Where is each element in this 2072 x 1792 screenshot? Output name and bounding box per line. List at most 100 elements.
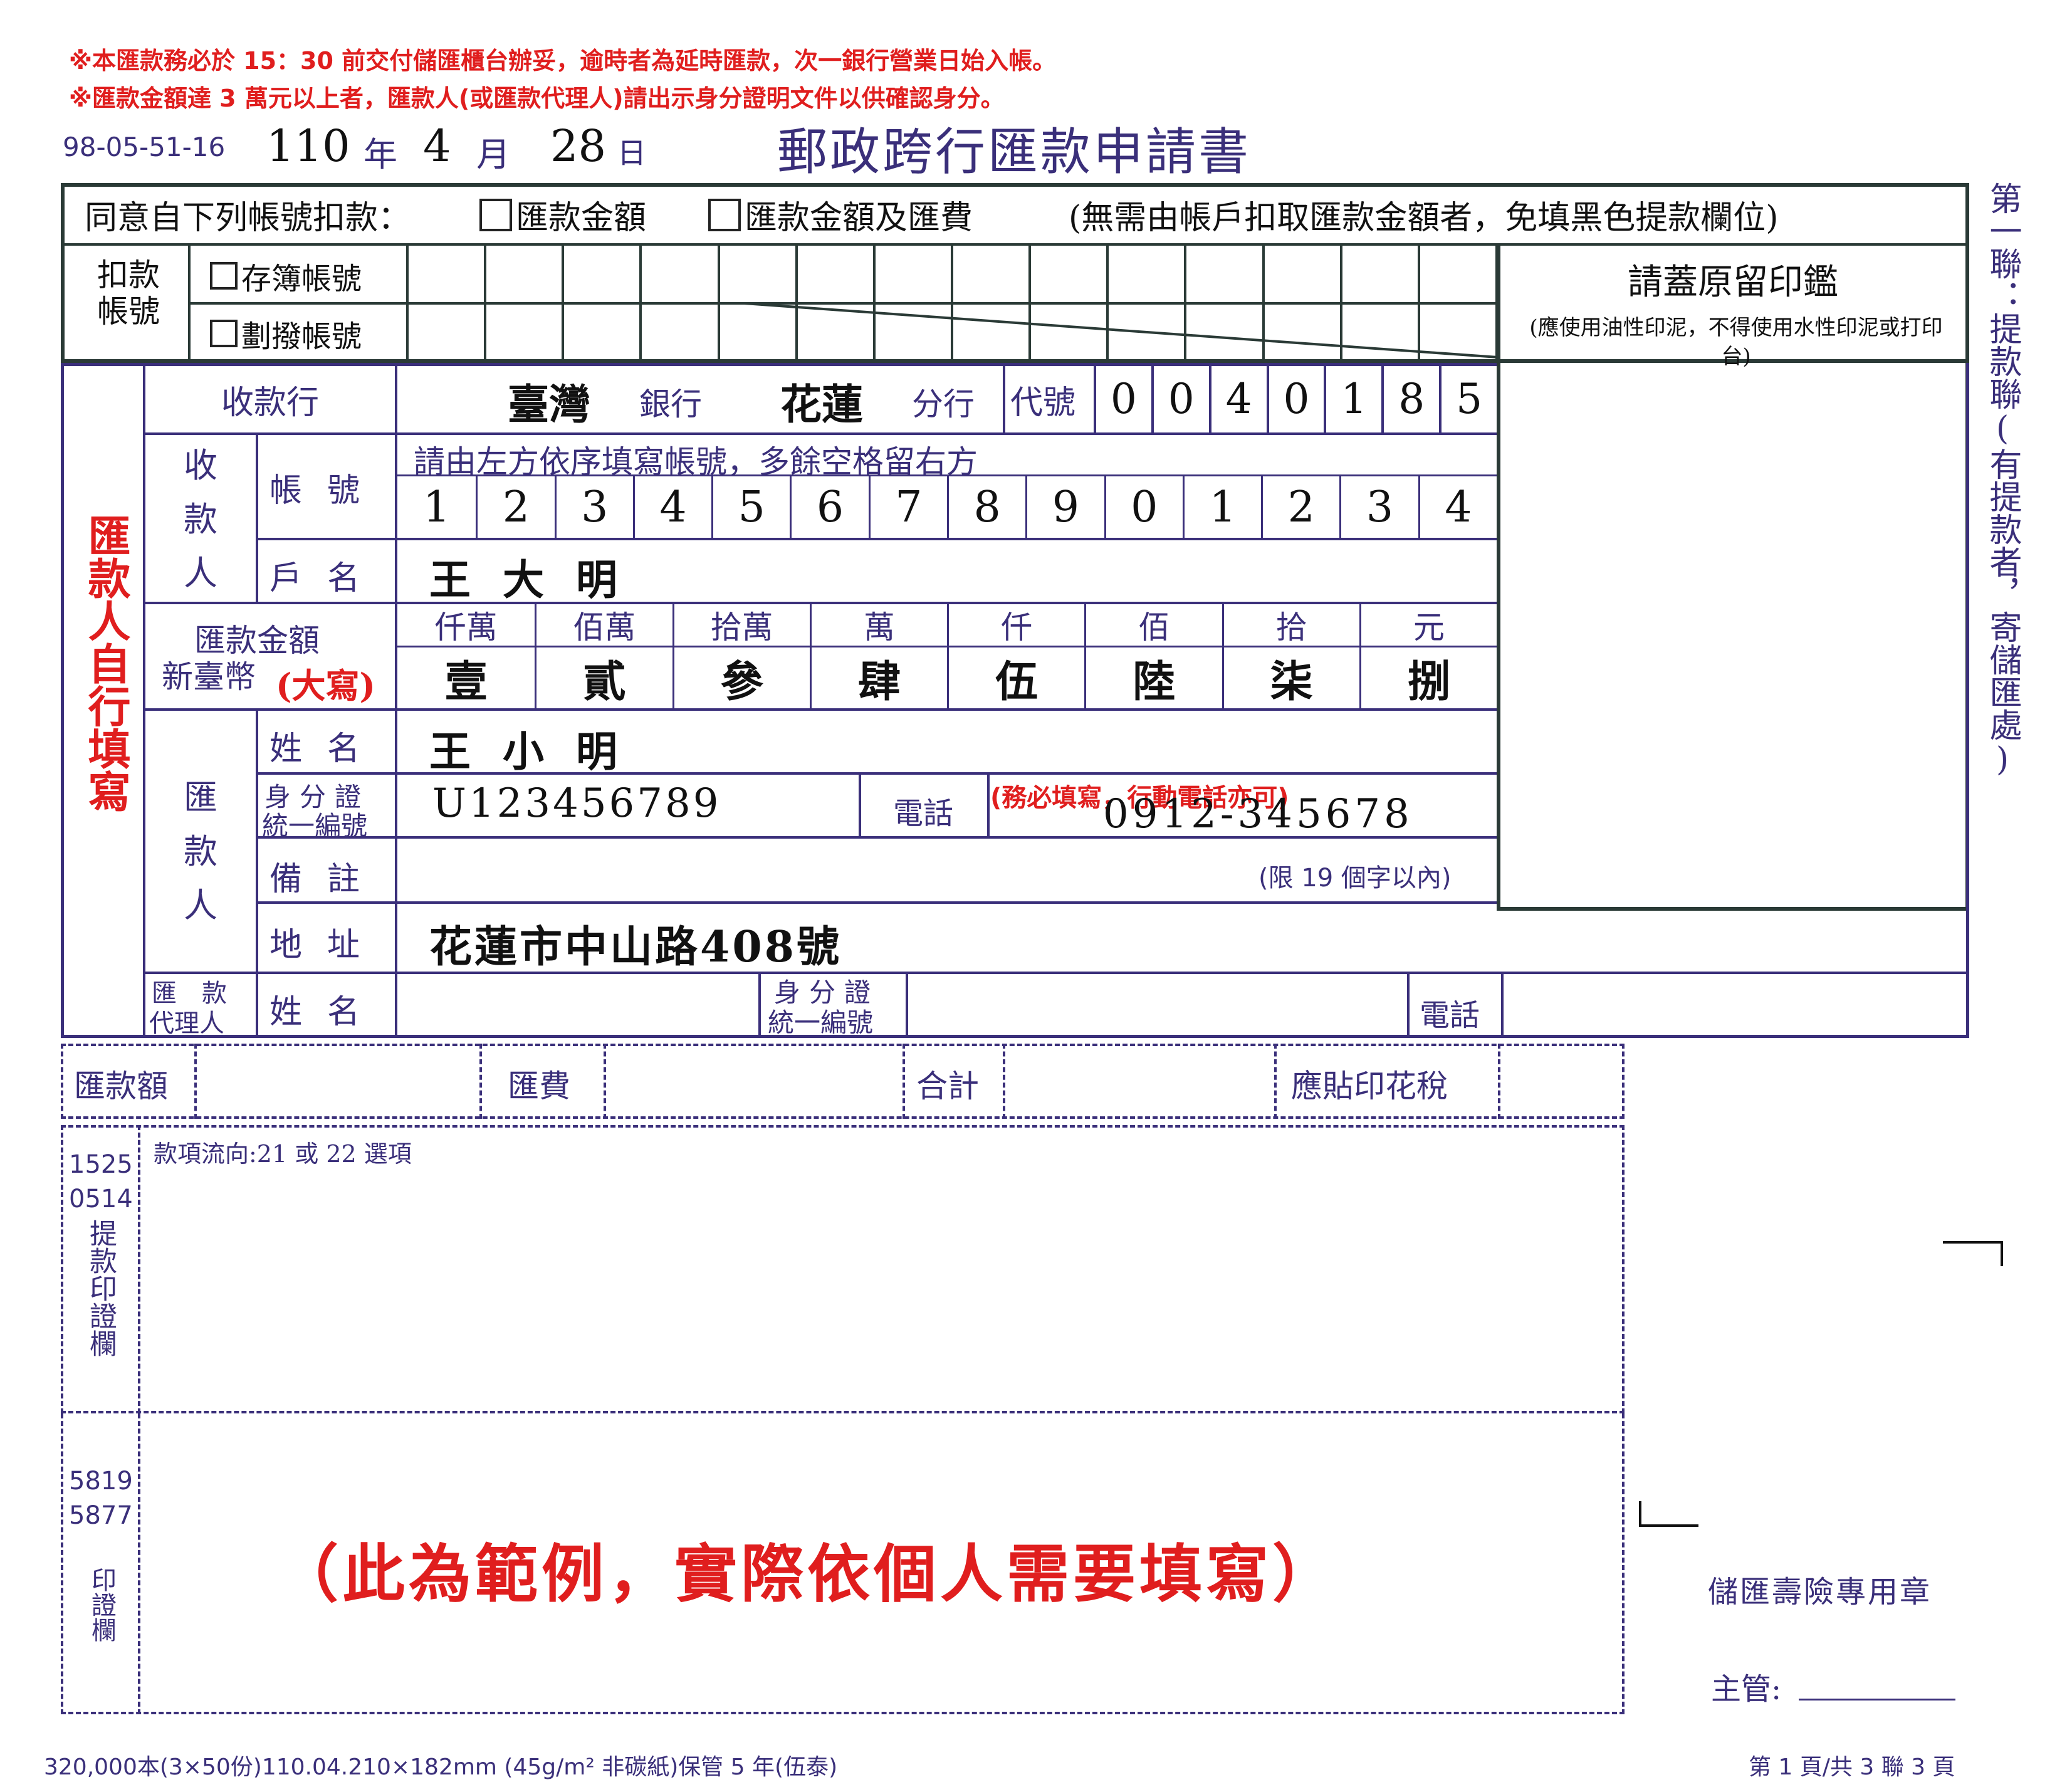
amount-digit[interactable]: 陸 — [1084, 647, 1222, 708]
passbook-digit-cell[interactable] — [874, 246, 952, 301]
transfer-digit-cell[interactable] — [407, 305, 485, 360]
payee-label: 收款人 — [184, 446, 217, 593]
deduct-account-label: 扣款帳號 — [97, 257, 160, 330]
date-day-label: 日 — [617, 136, 646, 170]
passbook-digit-cell[interactable] — [952, 246, 1030, 301]
amount-digit[interactable]: 伍 — [947, 647, 1084, 708]
amount-digit[interactable]: 參 — [672, 647, 810, 708]
bank-code-digit[interactable]: 0 — [1094, 365, 1151, 432]
bank-code-digit[interactable]: 1 — [1324, 365, 1381, 432]
stamp-label: 儲匯壽險專用章 — [1708, 1575, 1932, 1610]
passbook-digit-cell[interactable] — [1107, 246, 1185, 301]
account-digit[interactable]: 2 — [476, 476, 554, 538]
agent-id-field[interactable] — [908, 974, 1406, 1035]
passbook-digit-cell[interactable] — [1185, 246, 1263, 301]
remitter-name[interactable]: 王 小 明 — [429, 718, 626, 778]
account-digit[interactable]: 9 — [1025, 476, 1104, 538]
agent-phone-field[interactable] — [1504, 974, 1966, 1035]
account-digit[interactable]: 1 — [397, 476, 476, 538]
notice-line-1: ※本匯款務必於 15：30 前交付儲匯櫃台辦妥，逾時者為延時匯款，次一銀行營業日… — [69, 47, 1057, 75]
code-5877: 5877 — [69, 1501, 133, 1530]
bank-code-digit[interactable]: 0 — [1151, 365, 1209, 432]
passbook-digit-cell[interactable] — [1264, 246, 1341, 301]
account-digit[interactable]: 5 — [711, 476, 790, 538]
payee-name[interactable]: 王 大 明 — [429, 547, 626, 607]
stamp-tax-label: 應貼印花稅 — [1291, 1068, 1448, 1104]
memo-field[interactable] — [397, 839, 1488, 899]
amount-digit[interactable]: 肆 — [809, 647, 947, 708]
passbook-digit-cell[interactable] — [1341, 246, 1419, 301]
supervisor-signature-line[interactable] — [1799, 1699, 1955, 1700]
consent-text: 同意自下列帳號扣款： — [85, 199, 411, 237]
account-digit[interactable]: 8 — [947, 476, 1025, 538]
passbook-digit-cell[interactable] — [407, 246, 485, 301]
checkbox-passbook[interactable] — [210, 262, 238, 290]
account-digit[interactable]: 3 — [1339, 476, 1418, 538]
amount-unit-label: 佰 — [1084, 604, 1222, 646]
passbook-digit-cell[interactable] — [797, 246, 874, 301]
transfer-digit-cell[interactable] — [641, 305, 718, 360]
account-digit[interactable]: 2 — [1261, 476, 1339, 538]
amount-digit[interactable]: 壹 — [397, 647, 535, 708]
checkbox-amount[interactable] — [479, 198, 512, 231]
agent-id-label-2: 統一編號 — [768, 1007, 874, 1038]
amount-unit-label: 拾 — [1222, 604, 1359, 646]
opt-amount-label: 匯款金額 — [516, 199, 647, 237]
seal-title: 請蓋原留印鑑 — [1628, 262, 1838, 303]
passbook-digit-cell[interactable] — [485, 246, 563, 301]
account-digit[interactable]: 7 — [868, 476, 947, 538]
passbook-digit-cell[interactable] — [1419, 246, 1497, 301]
passbook-label: 存簿帳號 — [241, 261, 362, 296]
bank-code-label: 代號 — [1010, 384, 1076, 422]
passbook-digit-cell[interactable] — [563, 246, 641, 301]
transfer-label: 劃撥帳號 — [241, 319, 362, 354]
bank-code-digit[interactable]: 0 — [1266, 365, 1324, 432]
transfer-option[interactable]: 劃撥帳號 — [210, 312, 362, 355]
withdraw-seal-label: 提款印證欄 — [85, 1219, 117, 1357]
agent-name-field[interactable] — [397, 974, 758, 1035]
remitter-id[interactable]: U123456789 — [432, 780, 721, 827]
checkbox-amount-fee[interactable] — [708, 198, 741, 231]
account-digit[interactable]: 1 — [1182, 476, 1261, 538]
payee-bank-name[interactable]: 臺灣 — [508, 371, 590, 431]
account-digit[interactable]: 3 — [554, 476, 633, 538]
bank-code-digit[interactable]: 4 — [1208, 365, 1267, 432]
payee-branch-name[interactable]: 花蓮 — [780, 371, 863, 431]
bank-code-digit[interactable]: 8 — [1381, 365, 1439, 432]
deduct-note: (無需由帳戶扣取匯款金額者，免填黑色提款欄位) — [1069, 199, 1779, 237]
account-digit[interactable]: 4 — [1418, 476, 1497, 538]
date-day[interactable]: 28 — [550, 120, 606, 172]
date-month[interactable]: 4 — [423, 120, 451, 172]
remitter-address[interactable]: 花蓮市中山路408號 — [429, 912, 842, 974]
passbook-digit-cell[interactable] — [719, 246, 797, 301]
code-5819: 5819 — [69, 1467, 133, 1496]
amount-digit[interactable]: 柒 — [1222, 647, 1359, 708]
diagonal-line — [727, 302, 1499, 359]
account-digit[interactable]: 4 — [632, 476, 711, 538]
footer-right: 第 1 頁/共 3 聯 3 頁 — [1749, 1754, 1955, 1780]
bank-code-digit[interactable]: 5 — [1439, 365, 1497, 432]
passbook-option[interactable]: 存簿帳號 — [210, 254, 362, 298]
opt-amount-fee[interactable]: 匯款金額及匯費 — [708, 191, 973, 238]
passbook-digit-cell[interactable] — [1030, 246, 1107, 301]
total-fee-label: 匯費 — [508, 1068, 570, 1104]
opt-amount[interactable]: 匯款金額 — [479, 191, 646, 238]
date-year[interactable]: 110 — [266, 120, 350, 172]
amount-digit[interactable]: 貳 — [535, 647, 672, 708]
transfer-digit-cell[interactable] — [485, 305, 563, 360]
payee-account-label: 帳號 — [269, 472, 385, 510]
agent-phone-label: 電話 — [1420, 998, 1480, 1033]
amount-label-3: (大寫) — [276, 666, 376, 706]
transfer-digit-cell[interactable] — [563, 305, 641, 360]
passbook-digit-cell[interactable] — [641, 246, 718, 301]
amount-digit[interactable]: 捌 — [1359, 647, 1497, 708]
account-digit[interactable]: 6 — [790, 476, 868, 538]
remitter-phone[interactable]: 0912-345678 — [1103, 791, 1413, 837]
notice-line-2: ※匯款金額達 3 萬元以上者，匯款人(或匯款代理人)請出示身分證明文件以供確認身… — [69, 85, 1005, 112]
address-label: 地址 — [269, 926, 385, 964]
memo-label: 備註 — [269, 861, 385, 898]
agent-label-2: 代理人 — [149, 1009, 224, 1038]
account-digit[interactable]: 0 — [1104, 476, 1183, 538]
bank-suffix: 銀行 — [639, 386, 702, 422]
checkbox-transfer[interactable] — [210, 320, 238, 347]
